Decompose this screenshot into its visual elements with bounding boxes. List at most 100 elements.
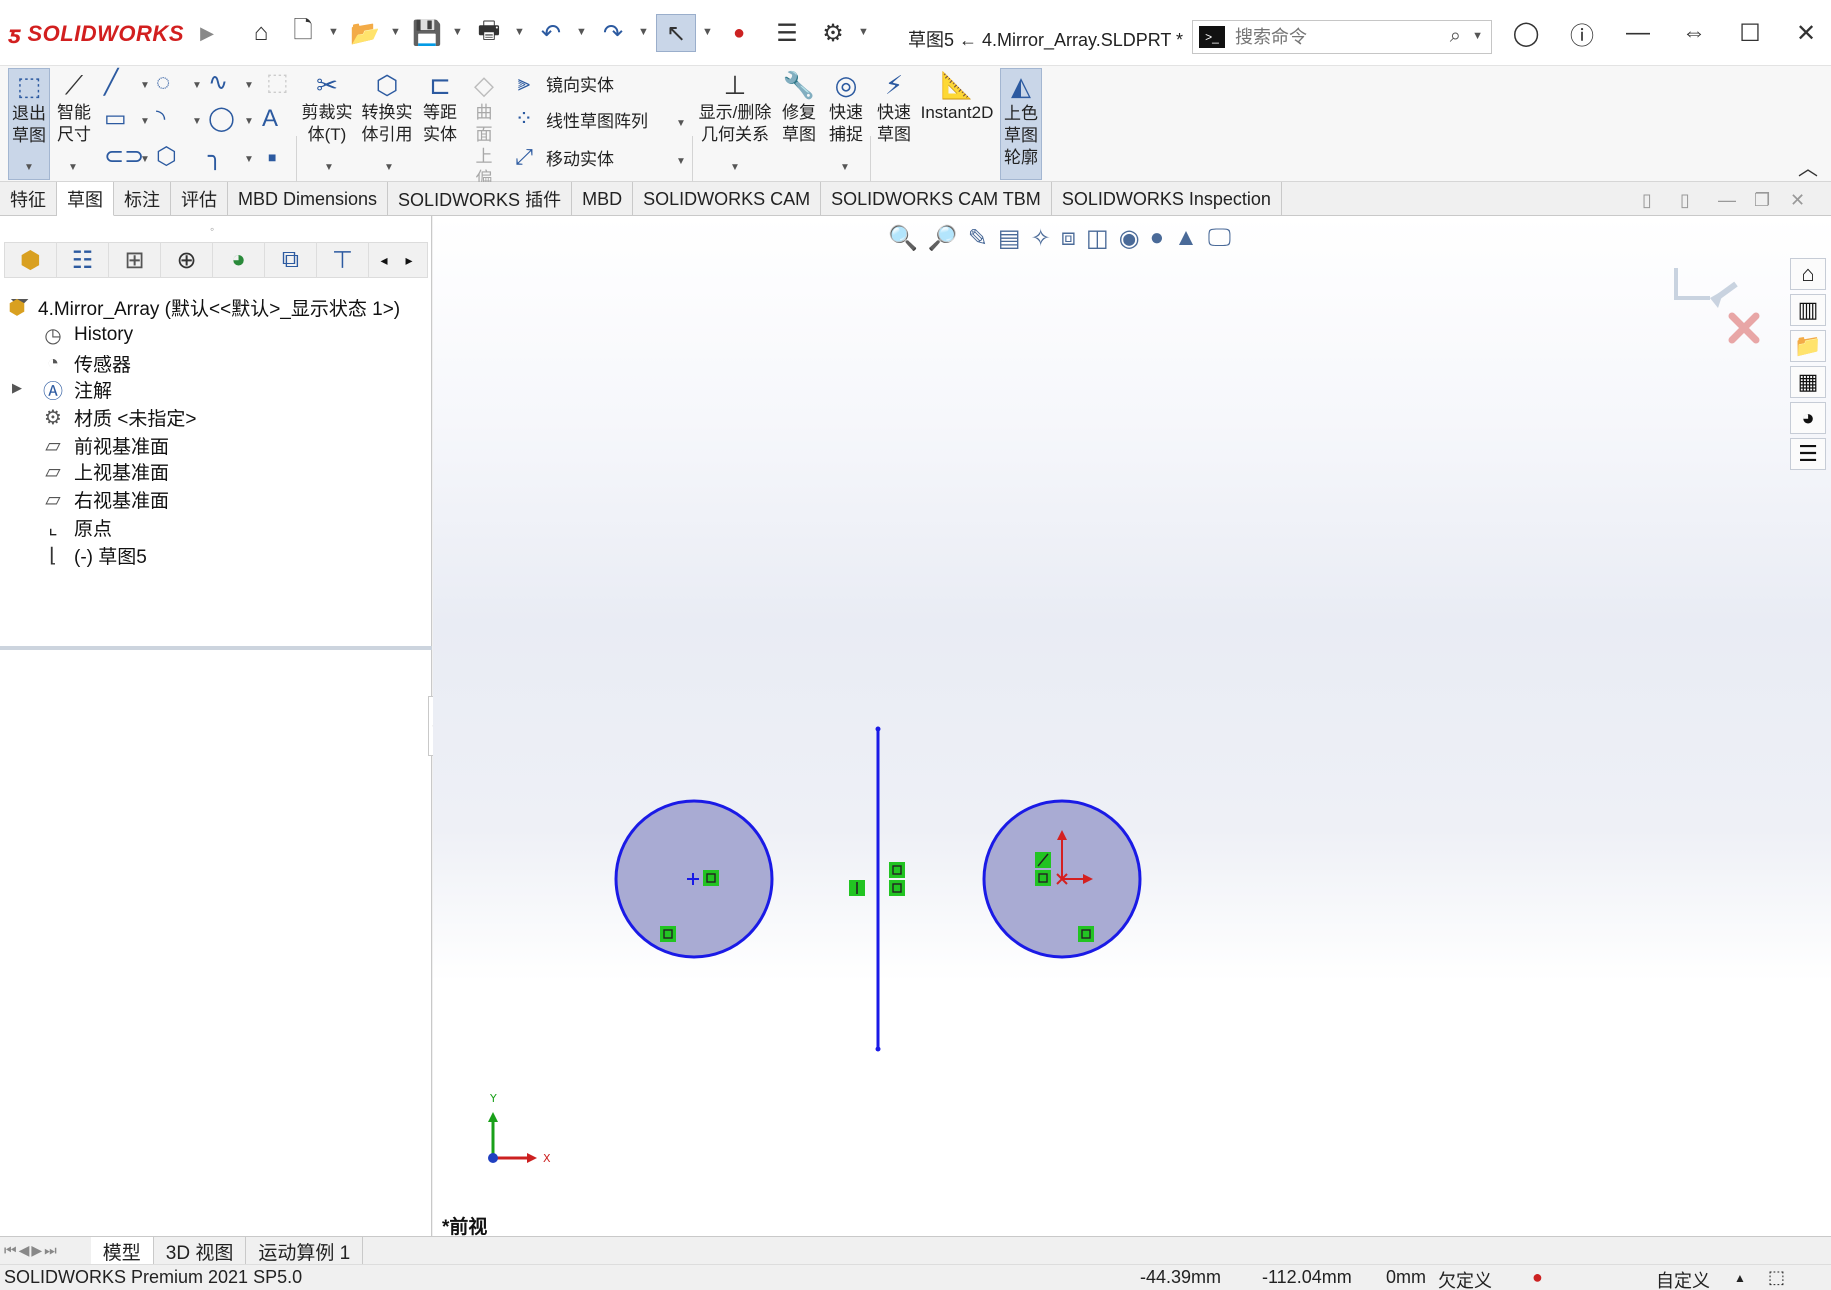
redo-icon[interactable]: ↷ [596,14,630,52]
print-dropdown-icon[interactable]: ▼ [514,26,525,38]
next-tab-icon[interactable]: ▶ [31,1242,42,1259]
instant2d-button[interactable]: 📐 Instant2D [918,68,996,180]
new-dropdown-icon[interactable]: ▼ [328,26,339,38]
dimxpert-manager-icon[interactable]: ⊕ [161,242,213,278]
first-tab-icon[interactable]: ⏮ [4,1242,17,1259]
file-properties-icon[interactable]: ☰ [770,14,804,52]
linear-sketch-pattern-button[interactable]: ⁘ 线性草图阵列 [510,106,648,132]
slot-icon[interactable]: ⊂⊃ [104,142,144,172]
tile-horizontal-icon[interactable]: ▯ [1642,190,1652,211]
search-commands[interactable]: >_ ⌕ ▼ [1192,20,1492,54]
fillet-dropdown-icon[interactable]: ▼ [244,154,254,165]
circle-dropdown-icon[interactable]: ▼ [192,80,202,91]
relation-marker[interactable] [889,862,905,878]
mirror-centerline[interactable] [875,726,881,1052]
tab-3d-views[interactable]: 3D 视图 [154,1237,247,1265]
feature-manager-tree-icon[interactable]: ⬢ [5,242,57,278]
relation-marker[interactable] [703,870,719,886]
tab-features[interactable]: 特征 [0,182,57,216]
tree-item-annotations[interactable]: Ⓐ 注解 [40,374,112,404]
tab-solidworks-inspection[interactable]: SOLIDWORKS Inspection [1052,182,1282,216]
rectangle-dropdown-icon[interactable]: ▼ [140,116,150,127]
circle-icon[interactable]: ◌ [156,68,170,98]
tree-item-material[interactable]: ⚙ 材质 <未指定> [40,402,196,432]
linear-pattern-dropdown-icon[interactable]: ▼ [676,118,686,129]
tab-sketch[interactable]: 草图 [57,182,114,216]
tree-item-top-plane[interactable]: ▱ 上视基准面 [40,456,169,486]
close-icon[interactable]: ✕ [1786,14,1826,52]
configuration-manager-icon[interactable]: ⊞ [109,242,161,278]
panel-scroll-left-icon[interactable]: ◂ [369,242,399,278]
relation-marker[interactable] [1078,926,1094,942]
line-dropdown-icon[interactable]: ▼ [140,80,150,91]
trim-dropdown-icon[interactable]: ▼ [324,162,334,173]
prev-tab-icon[interactable]: ◀ [19,1242,30,1259]
solidworks-logo[interactable]: ƽ SOLIDWORKS [8,18,184,50]
save-icon[interactable]: 💾 [410,14,444,52]
mirror-entities-button[interactable]: ⫸ 镜向实体 [510,70,614,96]
text-icon[interactable]: A [262,104,278,134]
save-dropdown-icon[interactable]: ▼ [452,26,463,38]
spline-dropdown-icon[interactable]: ▼ [244,80,254,91]
last-tab-icon[interactable]: ⏭ [44,1242,57,1259]
arc-dropdown-icon[interactable]: ▼ [192,116,202,127]
doc-restore-icon[interactable]: ❐ [1754,190,1770,211]
panel-splitter-handle-icon[interactable]: ◦ [210,222,214,236]
slot-dropdown-icon[interactable]: ▼ [140,154,150,165]
tab-mbd[interactable]: MBD [572,182,634,216]
redo-dropdown-icon[interactable]: ▼ [638,26,649,38]
user-account-icon[interactable]: ◯ [1506,14,1546,52]
ellipse-icon[interactable]: ◯ [208,104,235,134]
plane-icon[interactable]: ■ [268,142,276,172]
cam-feature-tree-icon[interactable]: ⧉ [265,242,317,278]
display-manager-icon[interactable]: ◕ [213,242,265,278]
cam-operation-tree-icon[interactable]: ⊤ [317,242,369,278]
repair-sketch-button[interactable]: 🔧 修复草图 [778,68,820,180]
tab-solidworks-cam-tbm[interactable]: SOLIDWORKS CAM TBM [821,182,1052,216]
offset-entities-button[interactable]: ⊏ 等距实体 [418,68,462,180]
undo-dropdown-icon[interactable]: ▼ [576,26,587,38]
polygon-icon[interactable]: ⬡ [156,142,177,172]
restore-icon[interactable]: ⇔ [1674,14,1714,52]
tile-vertical-icon[interactable]: ▯ [1680,190,1690,211]
panel-scroll-right-icon[interactable]: ▸ [399,242,419,278]
print-icon[interactable]: 🖶 [472,14,506,52]
relation-marker[interactable] [660,926,676,942]
menu-expand-icon[interactable]: ▶ [196,14,218,52]
unit-dropdown-icon[interactable]: ▲ [1734,1271,1746,1285]
relation-marker[interactable] [889,880,905,896]
spline-icon[interactable]: ∿ [208,68,228,98]
tree-item-history[interactable]: ◷ History [40,320,133,350]
tab-evaluate[interactable]: 评估 [171,182,228,216]
ellipse-dropdown-icon[interactable]: ▼ [244,116,254,127]
options-gear-icon[interactable]: ⚙ [816,14,850,52]
property-manager-icon[interactable]: ☷ [57,242,109,278]
unit-system[interactable]: 自定义 [1656,1267,1710,1290]
doc-close-icon[interactable]: ✕ [1790,190,1805,211]
select-pointer-icon[interactable]: ↖ [656,14,696,52]
fillet-icon[interactable]: ╮ [208,142,222,172]
quick-snap-dropdown-icon[interactable]: ▼ [840,162,850,173]
rapid-sketch-button[interactable]: ⚡ 快速草图 [874,68,914,180]
expand-annotations-icon[interactable]: ▶ [12,380,22,396]
collapse-ribbon-icon[interactable]: ︿ [1798,152,1818,181]
tree-item-origin[interactable]: ⌞ 原点 [40,512,112,542]
tree-item-right-plane[interactable]: ▱ 右视基准面 [40,484,169,514]
move-entities-button[interactable]: ⤢ 移动实体 [510,144,614,170]
exit-sketch-dropdown-icon[interactable]: ▼ [24,162,34,173]
maximize-icon[interactable]: ☐ [1730,14,1770,52]
move-dropdown-icon[interactable]: ▼ [676,156,686,167]
search-input[interactable] [1235,26,1435,48]
custom-status-icon[interactable]: ⬚ [1768,1267,1785,1288]
relations-dropdown-icon[interactable]: ▼ [730,162,740,173]
panel-divider[interactable] [0,646,432,650]
tab-solidworks-cam[interactable]: SOLIDWORKS CAM [633,182,822,216]
new-document-icon[interactable]: 🗋 [288,14,318,52]
tab-model[interactable]: 模型 [90,1237,154,1265]
shaded-sketch-contours-button[interactable]: ◭ 上色草图轮廓 [1000,68,1042,180]
rebuild-traffic-light-icon[interactable]: ● [726,14,752,52]
search-dropdown-icon[interactable]: ▼ [1472,30,1483,42]
help-icon[interactable]: ⓘ [1562,14,1602,52]
tab-markup[interactable]: 标注 [114,182,171,216]
smart-dimension-dropdown-icon[interactable]: ▼ [68,162,78,173]
